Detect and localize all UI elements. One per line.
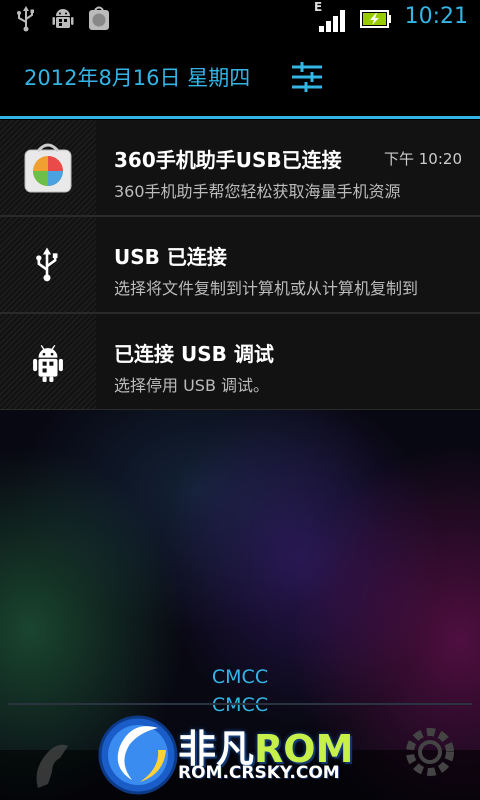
android-debug-icon	[52, 9, 74, 28]
notification-usb-connected[interactable]: USB 已连接 选择将文件复制到计算机或从计算机复制到	[0, 217, 480, 314]
header-divider	[0, 116, 480, 119]
date-label: 2012年8月16日 星期四	[24, 66, 251, 90]
notification-icon-box	[0, 120, 96, 215]
notification-title: 已连接 USB 调试	[114, 342, 274, 366]
notification-icon-box	[0, 314, 96, 409]
clock: 10:21	[404, 4, 468, 29]
usb-icon	[36, 247, 58, 282]
usb-icon	[17, 6, 34, 32]
notification-360-assistant[interactable]: 360手机助手USB已连接 下午 10:20 360手机助手帮您轻松获取海量手机…	[0, 120, 480, 217]
crsky-logo-icon	[98, 715, 178, 795]
notification-time: 下午 10:20	[384, 150, 462, 168]
carrier-label: CMCC	[211, 666, 269, 688]
quick-settings-icon[interactable]	[290, 60, 324, 94]
android-debug-icon	[33, 344, 63, 382]
notification-header: 2012年8月16日 星期四	[0, 38, 480, 116]
signal-strength-icon	[319, 10, 345, 32]
notification-title: USB 已连接	[114, 245, 227, 269]
watermark-url: ROM.CRSKY.COM	[178, 763, 340, 783]
carrier-label: CMCC	[211, 694, 269, 716]
battery-charging-icon	[360, 10, 391, 28]
app-360-icon	[24, 143, 72, 193]
notification-title: 360手机助手USB已连接	[114, 148, 342, 172]
app-360-icon	[89, 6, 109, 30]
notification-usb-debugging[interactable]: 已连接 USB 调试 选择停用 USB 调试。	[0, 314, 480, 411]
notification-text: 360手机助手帮您轻松获取海量手机资源	[114, 182, 401, 201]
status-bar: E 10:21	[0, 0, 480, 38]
notification-text: 选择将文件复制到计算机或从计算机复制到	[114, 279, 419, 298]
notification-icon-box	[0, 217, 96, 312]
lockscreen-divider	[8, 703, 472, 705]
settings-gear-icon[interactable]	[400, 722, 460, 782]
phone-icon[interactable]	[30, 728, 100, 798]
notification-text: 选择停用 USB 调试。	[114, 376, 270, 395]
